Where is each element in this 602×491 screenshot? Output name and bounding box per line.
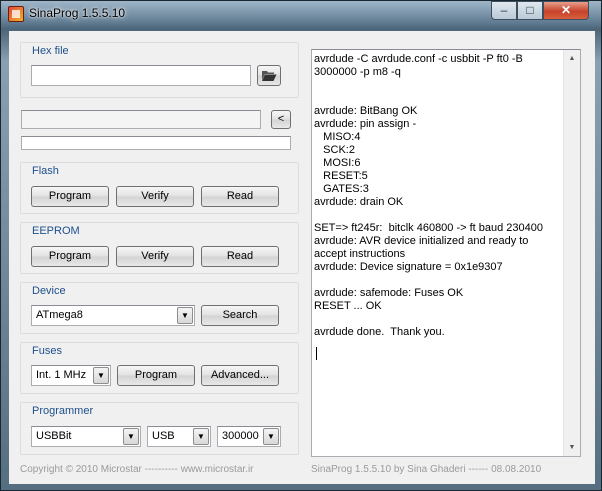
folder-open-icon — [262, 71, 277, 81]
baud-select[interactable]: 300000 ▼ — [217, 426, 281, 447]
chevron-down-icon: ▼ — [193, 428, 209, 445]
flash-read-button[interactable]: Read — [201, 186, 279, 207]
fuses-advanced-button[interactable]: Advanced... — [201, 365, 279, 386]
browse-hex-button[interactable] — [257, 65, 281, 86]
fuses-preset-select[interactable]: Int. 1 MHz ▼ — [31, 365, 111, 386]
programmer-select-value: USBBit — [36, 430, 72, 442]
flash-title: Flash — [32, 165, 59, 177]
chevron-down-icon: ▼ — [177, 307, 193, 324]
minimize-button[interactable]: – — [491, 1, 517, 20]
eeprom-title: EEPROM — [32, 225, 80, 237]
scroll-up-icon[interactable]: ▲ — [564, 50, 580, 67]
fuses-program-button[interactable]: Program — [117, 365, 195, 386]
baud-select-value: 300000 — [222, 430, 259, 442]
close-button[interactable]: ✕ — [543, 1, 589, 20]
window-title: SinaProg 1.5.5.10 — [29, 6, 126, 20]
maximize-button[interactable]: □ — [517, 1, 543, 20]
fuses-title: Fuses — [32, 345, 62, 357]
title-bar[interactable]: SinaProg 1.5.5.10 – □ ✕ — [1, 1, 601, 27]
hex-file-panel: Hex file — [20, 42, 299, 98]
eeprom-read-button[interactable]: Read — [201, 246, 279, 267]
flash-verify-button[interactable]: Verify — [116, 186, 194, 207]
eeprom-program-button[interactable]: Program — [31, 246, 109, 267]
footer-version: SinaProg 1.5.5.10 by Sina Ghaderi ------… — [311, 464, 542, 475]
device-panel: Device ATmega8 ▼ Search — [20, 282, 299, 334]
chevron-down-icon: ▼ — [93, 367, 109, 384]
programmer-select[interactable]: USBBit ▼ — [31, 426, 141, 447]
scroll-down-icon[interactable]: ▼ — [564, 439, 580, 456]
main-client-area: Hex file < Flash Program Verify Read EEP… — [9, 31, 595, 484]
flash-program-button[interactable]: Program — [31, 186, 109, 207]
port-select[interactable]: USB ▼ — [147, 426, 211, 447]
hex-file-title: Hex file — [32, 45, 69, 57]
eeprom-panel: EEPROM Program Verify Read — [20, 222, 299, 274]
status-field — [21, 110, 261, 129]
programmer-title: Programmer — [32, 405, 94, 417]
footer-copyright: Copyright © 2010 Microstar ---------- ww… — [20, 464, 254, 475]
log-scrollbar[interactable]: ▲ ▼ — [563, 50, 580, 456]
text-cursor — [316, 347, 317, 360]
app-icon — [8, 6, 24, 22]
device-select[interactable]: ATmega8 ▼ — [31, 305, 195, 326]
output-log-text: avrdude -C avrdude.conf -c usbbit -P ft0… — [314, 53, 544, 338]
output-log[interactable]: avrdude -C avrdude.conf -c usbbit -P ft0… — [311, 49, 581, 457]
app-window: SinaProg 1.5.5.10 – □ ✕ Hex file < Flash… — [0, 0, 602, 491]
device-search-button[interactable]: Search — [201, 305, 279, 326]
chevron-down-icon: ▼ — [263, 428, 279, 445]
device-title: Device — [32, 285, 66, 297]
hex-file-path-input[interactable] — [31, 65, 251, 86]
programmer-panel: Programmer USBBit ▼ USB ▼ 300000 ▼ — [20, 402, 299, 455]
chevron-down-icon: ▼ — [123, 428, 139, 445]
flash-panel: Flash Program Verify Read — [20, 162, 299, 214]
eeprom-verify-button[interactable]: Verify — [116, 246, 194, 267]
fuses-panel: Fuses Int. 1 MHz ▼ Program Advanced... — [20, 342, 299, 394]
collapse-button[interactable]: < — [271, 110, 291, 129]
device-select-value: ATmega8 — [36, 309, 83, 321]
fuses-preset-value: Int. 1 MHz — [36, 369, 87, 381]
port-select-value: USB — [152, 430, 175, 442]
progress-bar — [21, 136, 291, 150]
